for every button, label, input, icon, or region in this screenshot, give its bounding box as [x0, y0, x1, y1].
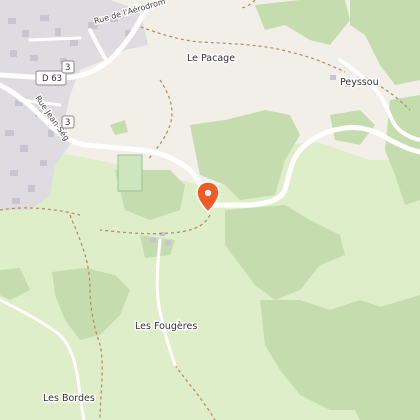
map-canvas[interactable]: Rue de l'Aérodrom Le Pacage Peyssou Rue … — [0, 0, 420, 420]
map-pin-icon[interactable] — [196, 181, 220, 214]
map-marker-layer — [196, 181, 220, 214]
